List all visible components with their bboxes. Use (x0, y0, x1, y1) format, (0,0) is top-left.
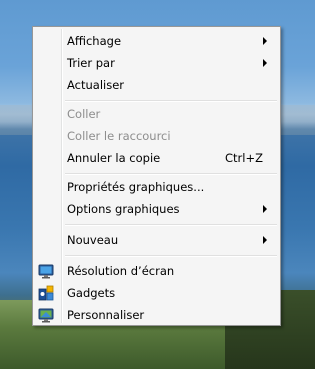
menu-item-personalize[interactable]: Personnaliser (35, 304, 278, 326)
menu-item-screen-resolution[interactable]: Résolution d’écran (35, 260, 278, 282)
menu-item-label: Gadgets (67, 286, 116, 300)
menu-item-new[interactable]: Nouveau (35, 229, 278, 251)
submenu-arrow-icon (263, 205, 267, 213)
menu-separator (65, 173, 277, 175)
personalize-icon (38, 308, 54, 323)
menu-item-label: Actualiser (67, 78, 125, 92)
menu-item-graphics-options[interactable]: Options graphiques (35, 198, 278, 220)
menu-item-view[interactable]: Affichage (35, 30, 278, 52)
submenu-arrow-icon (263, 59, 267, 67)
menu-item-undo-copy[interactable]: Annuler la copie Ctrl+Z (35, 147, 278, 169)
menu-separator (65, 224, 277, 226)
menu-item-label: Trier par (67, 56, 115, 70)
menu-item-shortcut: Ctrl+Z (225, 151, 263, 165)
menu-separator (65, 100, 277, 102)
menu-item-label: Options graphiques (67, 202, 180, 216)
menu-item-paste[interactable]: Coller (35, 103, 278, 125)
menu-item-refresh[interactable]: Actualiser (35, 74, 278, 96)
submenu-arrow-icon (263, 37, 267, 45)
menu-item-label: Annuler la copie (67, 151, 161, 165)
menu-item-label: Coller (67, 107, 101, 121)
menu-separator (65, 255, 277, 257)
menu-item-label: Coller le raccourci (67, 129, 171, 143)
menu-item-sort-by[interactable]: Trier par (35, 52, 278, 74)
menu-item-label: Résolution d’écran (67, 264, 175, 278)
menu-item-graphics-properties[interactable]: Propriétés graphiques... (35, 176, 278, 198)
menu-item-label: Propriétés graphiques... (67, 180, 205, 194)
desktop-context-menu: Affichage Trier par Actualiser Coller Co… (32, 26, 281, 326)
menu-item-gadgets[interactable]: Gadgets (35, 282, 278, 304)
monitor-icon (38, 264, 54, 279)
menu-item-paste-shortcut[interactable]: Coller le raccourci (35, 125, 278, 147)
menu-item-label: Affichage (67, 34, 122, 48)
menu-item-label: Personnaliser (67, 308, 145, 322)
gadgets-icon (38, 285, 54, 301)
menu-item-label: Nouveau (67, 233, 119, 247)
submenu-arrow-icon (263, 236, 267, 244)
